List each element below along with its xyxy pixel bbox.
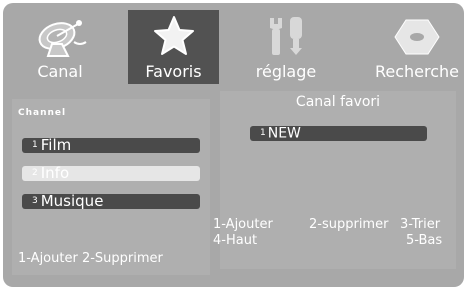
- menu-tab-recherche[interactable]: Recherche: [370, 10, 464, 84]
- favorite-hint-up: 4-Haut: [213, 233, 258, 248]
- channel-list-panel: Channel 1 Film 2 Info 3 Musique 1-Ajouter 2…: [12, 99, 210, 275]
- channel-number: 3: [32, 196, 38, 206]
- channel-panel-hint: 1-Ajouter 2-Supprimer: [18, 251, 163, 266]
- disc-icon: [392, 18, 442, 60]
- menu-tab-reglage[interactable]: réglage: [246, 10, 326, 84]
- favorite-list-item[interactable]: 1 NEW: [250, 126, 427, 141]
- tools-icon: [256, 14, 316, 62]
- favorite-name: NEW: [267, 125, 301, 142]
- menu-label-canal: Canal: [37, 62, 83, 81]
- channel-list-item[interactable]: 1 Film: [22, 138, 200, 153]
- favorite-number: 1: [260, 128, 266, 138]
- favorite-hint-add: 1-Ajouter: [213, 217, 273, 232]
- channel-list-item-selected[interactable]: 2 Info: [22, 166, 200, 181]
- favorite-hint-sort: 3-Trier: [400, 217, 441, 232]
- satellite-dish-icon: [30, 16, 90, 62]
- favorite-channel-panel: Canal favori 1 NEW 1-Ajouter 2-supprimer …: [213, 91, 456, 269]
- favorite-panel-title: Canal favori: [295, 94, 381, 110]
- channel-name: Musique: [40, 192, 104, 210]
- channel-list-item[interactable]: 3 Musique: [22, 194, 200, 209]
- channel-name: Info: [40, 164, 70, 182]
- tv-menu-screen: Canal Favoris réglage Recherche Channel …: [0, 0, 467, 290]
- menu-label-reglage: réglage: [255, 62, 317, 81]
- channel-name: Film: [40, 136, 72, 154]
- channel-panel-header: Channel: [18, 108, 67, 118]
- channel-number: 2: [32, 168, 38, 178]
- star-icon: [152, 15, 196, 61]
- channel-number: 1: [32, 140, 38, 150]
- favorite-hint-delete: 2-supprimer: [309, 217, 389, 232]
- favorite-hint-down: 5-Bas: [406, 233, 443, 248]
- menu-label-favoris: Favoris: [145, 62, 202, 81]
- menu-label-recherche: Recherche: [374, 62, 460, 81]
- menu-tab-favoris[interactable]: Favoris: [128, 10, 219, 84]
- menu-tab-canal[interactable]: Canal: [20, 10, 100, 84]
